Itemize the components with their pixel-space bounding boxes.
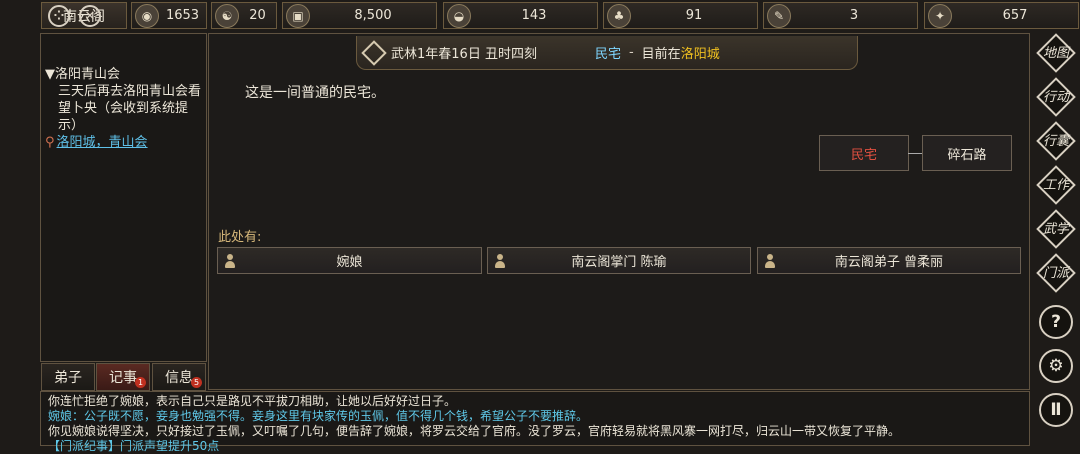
nav-work[interactable]: 工作: [1034, 165, 1078, 205]
quest-title: ▼洛阳青山会: [45, 67, 120, 82]
yin-yang-icon: ☯: [215, 3, 239, 28]
stat-herbs[interactable]: ♣ 91: [603, 2, 758, 29]
nav-label: 行囊: [1043, 133, 1070, 149]
stat-value: 143: [521, 8, 547, 23]
expand-icon[interactable]: ⁘: [48, 5, 70, 27]
nav-label: 行动: [1043, 89, 1070, 105]
map-node-label: 碎石路: [947, 147, 987, 163]
scroll-icon: ✎: [767, 3, 791, 28]
nav-label: 门派: [1043, 265, 1070, 281]
stat-coins[interactable]: ▣ 8,500: [282, 2, 437, 29]
npc-button[interactable]: 婉娘: [217, 247, 482, 274]
map-node-current[interactable]: 民宅: [819, 135, 909, 171]
log-line: 你连忙拒绝了婉娘，表示自己只是路见不平拔刀相助，让她以后好好过日子。: [48, 394, 457, 408]
location-header: 武林1年春16日 丑时四刻 民宅 - 目前在 洛阳城: [356, 36, 858, 70]
notification-badge: 5: [191, 377, 202, 388]
quest-location-link[interactable]: 洛阳城，青山会: [57, 135, 148, 150]
tab-label: 记事: [109, 370, 137, 386]
stat-value: 1653: [165, 8, 200, 23]
pause-icon[interactable]: Ⅱ: [1039, 393, 1073, 427]
stat-beasts[interactable]: ✦ 657: [924, 2, 1079, 29]
stat-scrolls[interactable]: ✎ 3: [763, 2, 918, 29]
log-line: 你见婉娘说得坚决，只好接过了玉佩，又叮嘱了几句，便告辞了婉娘，将罗云交给了官府。…: [48, 424, 901, 438]
current-place: 民宅: [594, 47, 621, 62]
settings-gear-icon[interactable]: ⚙: [1039, 349, 1073, 383]
person-icon: [494, 253, 506, 269]
npc-name: 南云阁掌门 陈瑜: [571, 255, 667, 270]
current-city: 洛阳城: [680, 47, 720, 62]
nav-actions[interactable]: 行动: [1034, 77, 1078, 117]
coin-pouch-icon: ◉: [135, 3, 159, 28]
nav-sect[interactable]: 门派: [1034, 253, 1078, 293]
stat-value: 20: [249, 8, 266, 23]
log-line: 婉娘：公子既不愿，妾身也勉强不得。妾身这里有块家传的玉佩，值不得几个钱，希望公子…: [48, 409, 589, 423]
nav-inventory[interactable]: 行囊: [1034, 121, 1078, 161]
stat-morality[interactable]: ☯ 20: [211, 2, 277, 29]
compass-icon: [361, 39, 387, 66]
stat-value: 3: [849, 8, 859, 23]
npc-name: 南云阁弟子 曾柔丽: [834, 255, 944, 270]
stat-value: 657: [1002, 8, 1028, 23]
scene-description: 这是一间普通的民宅。: [245, 85, 385, 101]
quest-description: 三天后再去洛阳青山会看望卜央（会收到系统提示）: [58, 84, 202, 133]
notification-badge: 1: [135, 377, 146, 388]
npc-button[interactable]: 南云阁弟子 曾柔丽: [757, 247, 1021, 274]
pause-glyph: Ⅱ: [1050, 400, 1062, 420]
tab-messages[interactable]: 信息 5: [152, 363, 206, 391]
gear-glyph: ⚙: [1048, 356, 1064, 376]
tab-label: 信息: [165, 370, 193, 386]
nav-label: 武学: [1043, 221, 1070, 237]
tab-chronicle[interactable]: 记事 1: [96, 363, 150, 391]
herb-icon: ♣: [607, 3, 631, 28]
stat-money[interactable]: ◉ 1653: [131, 2, 207, 29]
nav-martial-arts[interactable]: 武学: [1034, 209, 1078, 249]
stat-value: 8,500: [354, 8, 392, 23]
game-date: 武林1年春16日 丑时四刻: [391, 47, 537, 62]
tab-label: 弟子: [54, 370, 82, 386]
tab-disciples[interactable]: 弟子: [41, 363, 95, 391]
location-pin-icon: ⚲: [45, 135, 55, 150]
help-glyph: ?: [1051, 312, 1061, 332]
food-bowl-icon: ◒: [447, 3, 471, 28]
map-node-label: 民宅: [850, 147, 877, 163]
nav-map[interactable]: 地图: [1034, 33, 1078, 73]
here-label: 此处有:: [218, 230, 262, 245]
beast-icon: ✦: [928, 3, 952, 28]
help-icon[interactable]: ?: [1039, 305, 1073, 339]
quest-entry[interactable]: ▼洛阳青山会 三天后再去洛阳青山会看望卜央（会收到系统提示） ⚲ 洛阳城，青山会: [45, 66, 205, 151]
nav-label: 工作: [1043, 177, 1070, 193]
npc-button[interactable]: 南云阁掌门 陈瑜: [487, 247, 751, 274]
close-icon[interactable]: ✕: [79, 5, 101, 27]
stat-value: 91: [685, 8, 703, 23]
log-line: 【门派纪事】门派声望提升50点: [48, 439, 220, 453]
copper-coin-icon: ▣: [286, 3, 310, 28]
person-icon: [224, 253, 236, 269]
npc-name: 婉娘: [336, 255, 363, 270]
stat-food[interactable]: ◒ 143: [443, 2, 598, 29]
now-at-label: 目前在: [641, 47, 681, 62]
person-icon: [764, 253, 776, 269]
map-connector: [908, 153, 922, 154]
map-node-gravel-road[interactable]: 碎石路: [922, 135, 1012, 171]
header-separator: -: [628, 45, 634, 60]
nav-label: 地图: [1043, 45, 1070, 61]
